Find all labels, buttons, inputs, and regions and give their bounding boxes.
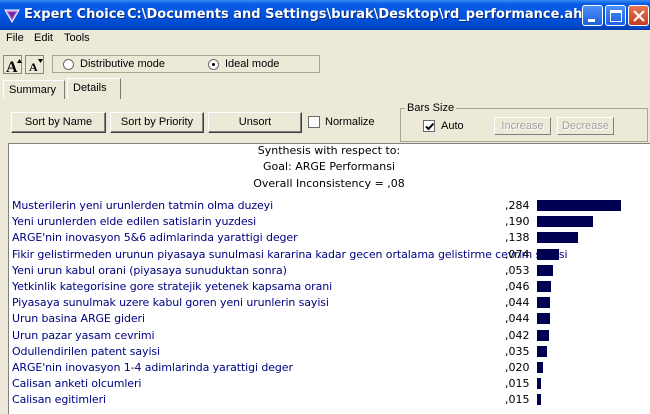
increase-font-button[interactable]: A <box>3 55 22 75</box>
priority-row-label: Musterilerin yeni urunlerden tatmin olma… <box>12 199 274 212</box>
normalize-checkbox[interactable] <box>308 116 320 128</box>
tab-summary[interactable]: Summary <box>3 80 65 99</box>
unsort-button[interactable]: Unsort <box>208 112 302 133</box>
toolbar: A A Distributive mode Ideal mode <box>0 50 650 78</box>
menu-file[interactable]: File <box>6 32 24 44</box>
priority-bar <box>537 200 621 211</box>
priority-row-value: ,074 <box>505 247 530 261</box>
menu-edit[interactable]: Edit <box>34 32 53 44</box>
expert-choice-logo-icon <box>4 9 20 23</box>
priority-bar <box>537 329 550 341</box>
bars-size-label: Bars Size <box>405 102 457 114</box>
priority-bar <box>537 281 551 292</box>
decrease-font-button[interactable]: A <box>25 55 44 74</box>
maximize-button[interactable] <box>605 5 626 26</box>
ideal-mode-radio[interactable] <box>208 59 219 70</box>
priority-row-label: ARGE'nin inovasyon 5&6 adimlarinda yarat… <box>12 231 298 245</box>
auto-label[interactable]: Auto <box>441 120 464 132</box>
normalize-label[interactable]: Normalize <box>325 116 375 128</box>
priority-bar <box>537 248 559 260</box>
distributive-mode-label[interactable]: Distributive mode <box>80 58 165 70</box>
font-decrease-icon: A <box>29 59 43 74</box>
tab-details-label: Details <box>73 82 107 94</box>
priority-row-value: ,044 <box>505 296 530 310</box>
tab-details[interactable]: Details <box>67 78 121 99</box>
priority-row-label: Yetkinlik kategorisine gore stratejik ye… <box>12 280 333 293</box>
priority-bar <box>537 216 594 228</box>
goal-label: Goal: ARGE Performansi <box>262 160 396 173</box>
distributive-mode-radio[interactable] <box>63 59 74 70</box>
increase-button[interactable]: Increase <box>494 117 551 135</box>
priority-bar <box>537 394 542 406</box>
priority-row-value: ,284 <box>505 199 530 212</box>
inconsistency-label: Overall Inconsistency = ,08 <box>253 177 405 190</box>
close-button[interactable] <box>628 5 649 26</box>
priority-row-value: ,042 <box>505 328 530 342</box>
priority-row-value: ,015 <box>505 393 530 407</box>
priority-row-label: Yeni urun kabul orani (piyasaya sunudukt… <box>12 263 287 277</box>
ideal-mode-label[interactable]: Ideal mode <box>225 58 279 70</box>
menu-tools[interactable]: Tools <box>64 32 90 44</box>
mode-selector: Distributive mode Ideal mode <box>52 55 320 73</box>
sort-by-name-button[interactable]: Sort by Name <box>11 112 106 133</box>
minimize-button[interactable] <box>582 5 603 26</box>
sort-by-priority-button[interactable]: Sort by Priority <box>110 112 204 133</box>
priority-row-value: ,046 <box>505 280 530 293</box>
svg-text:A: A <box>29 60 38 74</box>
priority-bar <box>537 362 543 373</box>
priority-bar <box>537 313 550 325</box>
decrease-button[interactable]: Decrease <box>557 117 614 135</box>
priority-row-value: ,138 <box>505 231 530 245</box>
priority-row-value: ,035 <box>505 344 530 358</box>
menu-bar: File Edit Tools <box>0 30 650 48</box>
priority-row-label: ARGE'nin inovasyon 1-4 adimlarinda yarat… <box>12 361 293 374</box>
priority-row-label: Yeni urunlerden elde edilen satislarin y… <box>12 215 257 229</box>
priority-bar <box>537 345 548 357</box>
priority-bar <box>537 232 578 244</box>
window-app-name: Expert Choice <box>24 7 126 22</box>
priority-row-value: ,020 <box>505 361 530 374</box>
close-icon <box>633 10 645 22</box>
tab-strip: Summary Details <box>0 78 650 99</box>
priority-bar <box>537 297 550 309</box>
priority-row-value: ,044 <box>505 312 530 326</box>
priority-row-value: ,053 <box>505 263 530 277</box>
priority-row-label: Calisan anketi olcumleri <box>12 377 142 391</box>
priority-row-label: Odullendirilen patent sayisi <box>12 344 160 358</box>
synthesis-panel: Synthesis with respect to: Goal: ARGE Pe… <box>8 143 650 414</box>
font-increase-icon: A <box>6 59 22 75</box>
svg-text:A: A <box>6 59 18 75</box>
auto-checkbox[interactable] <box>423 120 435 132</box>
priority-row-value: ,190 <box>505 215 530 229</box>
priority-row-label: Urun pazar yasam cevrimi <box>12 328 155 342</box>
title-bar: Expert Choice C:\Documents and Settings\… <box>0 0 650 30</box>
minimize-icon <box>588 19 595 22</box>
checkmark-icon <box>425 122 435 131</box>
window-file-path: C:\Documents and Settings\burak\Desktop\… <box>127 7 592 22</box>
priority-bar <box>537 378 542 390</box>
priority-row-label: Urun basina ARGE gideri <box>12 312 145 326</box>
priority-bar <box>537 264 553 276</box>
priority-row-label: Piyasaya sunulmak uzere kabul goren yeni… <box>12 296 329 310</box>
tab-summary-label: Summary <box>9 84 57 96</box>
priority-row-value: ,015 <box>505 377 530 391</box>
synthesis-heading: Synthesis with respect to: <box>257 144 401 157</box>
maximize-icon <box>610 10 622 22</box>
priority-row-label: Fikir gelistirmeden urunun piyasaya sunu… <box>12 247 568 261</box>
priority-row-label: Calisan egitimleri <box>12 393 106 407</box>
